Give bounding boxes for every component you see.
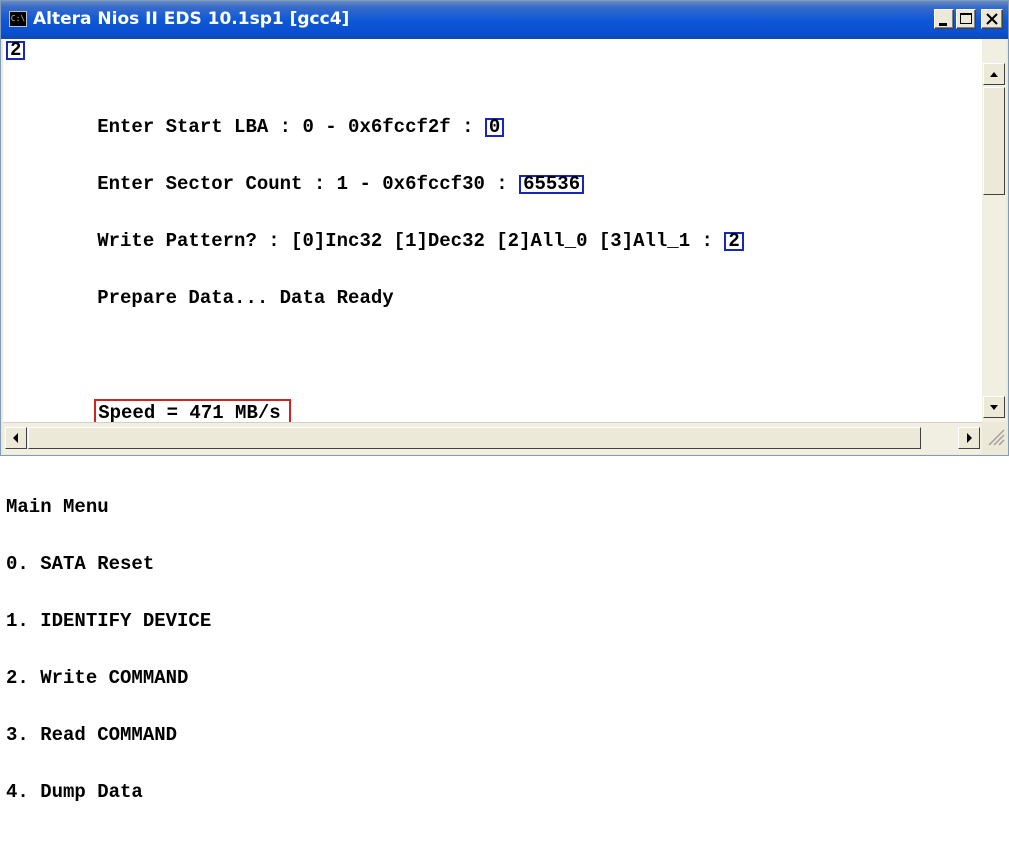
scroll-right-button[interactable] — [958, 427, 980, 449]
minimize-icon — [939, 23, 947, 26]
vertical-scrollbar[interactable] — [982, 39, 1006, 422]
maximize-button[interactable] — [956, 9, 976, 29]
write-pattern-prompt: Write Pattern? : [0]Inc32 [1]Dec32 [2]Al… — [97, 230, 725, 252]
menu-item: 0. SATA Reset — [6, 553, 155, 575]
horizontal-scroll-thumb[interactable] — [28, 427, 921, 449]
maximize-icon — [960, 13, 972, 24]
resize-grip[interactable] — [984, 425, 1006, 453]
menu-item: 1. IDENTIFY DEVICE — [6, 610, 212, 632]
write-pattern-input-highlight: 2 — [724, 232, 744, 251]
resize-grip-icon — [988, 429, 1005, 446]
title-bar[interactable]: C:\ Altera Nios II EDS 10.1sp1 [gcc4] — [1, 1, 1008, 39]
console-output[interactable]: 2 Enter Start LBA : 0 - 0x6fccf2f : 0 En… — [3, 39, 982, 802]
console-line: Write Pattern? : [0]Inc32 [1]Dec32 [2]Al… — [6, 213, 744, 251]
console-app-icon[interactable]: C:\ — [9, 11, 27, 27]
menu-title: Main Menu — [6, 496, 109, 518]
sector-count-prompt: Enter Sector Count : 1 - 0x6fccf30 : — [97, 173, 520, 195]
arrow-right-icon — [967, 433, 972, 443]
close-icon — [986, 13, 998, 25]
arrow-down-icon — [990, 405, 998, 410]
window-title: Altera Nios II EDS 10.1sp1 [gcc4] — [33, 9, 350, 29]
start-lba-input-highlight: 0 — [484, 118, 505, 137]
horizontal-scrollbar[interactable] — [3, 422, 982, 454]
menu-item: 3. Read COMMAND — [6, 724, 178, 746]
console-line: Enter Start LBA : 0 - 0x6fccf2f : 0 — [6, 99, 744, 137]
menu-item: 4. Dump Data — [6, 781, 143, 803]
minimize-button[interactable] — [934, 9, 954, 29]
console-window: C:\ Altera Nios II EDS 10.1sp1 [gcc4] 2 … — [0, 0, 1009, 802]
menu-item: 2. Write COMMAND — [6, 667, 189, 689]
console-line: Speed = 471 MB/s — [6, 384, 744, 426]
console-line: Prepare Data... Data Ready — [6, 270, 744, 308]
sector-count-input-highlight: 65536 — [519, 175, 585, 194]
start-lba-prompt: Enter Start LBA : 0 - 0x6fccf2f : — [97, 116, 485, 138]
vertical-scroll-thumb[interactable] — [983, 87, 1005, 195]
prepare-data-status: Prepare Data... Data Ready — [97, 287, 394, 309]
scroll-up-button[interactable] — [983, 63, 1005, 85]
console-line: Enter Sector Count : 1 - 0x6fccf30 : 655… — [6, 156, 744, 194]
arrow-left-icon — [13, 433, 18, 443]
arrow-up-icon — [990, 72, 998, 77]
close-button[interactable] — [981, 9, 1003, 29]
scroll-down-button[interactable] — [983, 396, 1005, 418]
scroll-left-button[interactable] — [5, 427, 27, 449]
first-input-highlight: 2 — [6, 41, 26, 60]
